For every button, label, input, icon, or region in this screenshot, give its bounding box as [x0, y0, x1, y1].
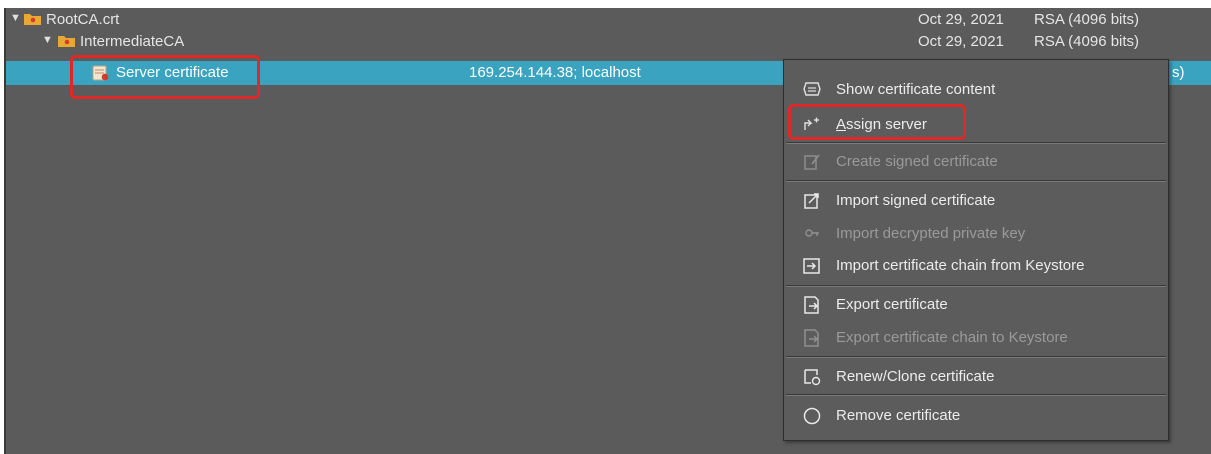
remove-icon	[803, 407, 821, 425]
menu-separator	[786, 142, 1166, 144]
menu-item-show-certificate-content[interactable]: Show certificate content	[784, 74, 1168, 104]
menu-item-create-signed-certificate[interactable]: Create signed certificate	[784, 146, 1168, 176]
tree-row-date: Oct 29, 2021	[918, 33, 1004, 50]
tree-row-rootca[interactable]: ▼ RootCA.crt Oct 29, 2021 RSA (4096 bits…	[6, 10, 1211, 30]
menu-item-label: Import signed certificate	[836, 192, 996, 209]
menu-item-label: Import certificate chain from Keystore	[836, 257, 1085, 274]
tree-row-name: RootCA.crt	[46, 11, 120, 28]
import-chain-icon	[803, 258, 820, 274]
highlight-box-assign-server	[788, 104, 966, 140]
export-icon	[804, 296, 819, 314]
folder-certificate-icon	[58, 36, 75, 47]
menu-item-label: Remove certificate	[836, 407, 961, 424]
menu-item-import-certificate-chain[interactable]: Import certificate chain from Keystore	[784, 250, 1168, 280]
menu-item-label: Import decrypted private key	[836, 225, 1026, 242]
tree-row-hosts: 169.254.144.38; localhost	[469, 64, 641, 81]
tree-row-algorithm: s)	[1172, 64, 1185, 81]
menu-item-remove-certificate[interactable]: Remove certificate	[784, 400, 1168, 430]
menu-item-import-signed-certificate[interactable]: Import signed certificate	[784, 185, 1168, 215]
menu-separator	[786, 285, 1166, 287]
highlight-box-server-certificate	[70, 55, 260, 99]
menu-item-label: Export certificate chain to Keystore	[836, 329, 1068, 346]
certificate-icon	[803, 82, 821, 96]
menu-item-import-decrypted-private-key[interactable]: Import decrypted private key	[784, 218, 1168, 248]
tree-row-date: Oct 29, 2021	[918, 11, 1004, 28]
tree-row-intermediateca[interactable]: ▼ IntermediateCA Oct 29, 2021 RSA (4096 …	[6, 32, 1211, 52]
import-signed-icon	[804, 193, 819, 209]
menu-separator	[786, 394, 1166, 396]
tree-row-algorithm: RSA (4096 bits)	[1034, 11, 1140, 28]
menu-item-label: Export certificate	[836, 296, 948, 313]
folder-certificate-icon	[24, 14, 41, 25]
sign-icon	[804, 154, 820, 170]
menu-item-export-certificate-chain[interactable]: Export certificate chain to Keystore	[784, 322, 1168, 352]
menu-item-label: Renew/Clone certificate	[836, 368, 995, 385]
expand-triangle-icon[interactable]: ▼	[42, 34, 53, 46]
renew-icon	[804, 369, 821, 386]
menu-item-label: Create signed certificate	[836, 153, 998, 170]
menu-separator	[786, 180, 1166, 182]
key-icon	[805, 229, 819, 237]
expand-triangle-icon[interactable]: ▼	[10, 12, 21, 24]
tree-row-algorithm: RSA (4096 bits)	[1034, 33, 1140, 50]
menu-item-renew-clone-certificate[interactable]: Renew/Clone certificate	[784, 361, 1168, 391]
export-chain-icon	[804, 329, 819, 347]
menu-item-export-certificate[interactable]: Export certificate	[784, 289, 1168, 319]
menu-separator	[786, 356, 1166, 358]
top-strip	[0, 0, 1211, 8]
tree-row-name: IntermediateCA	[80, 33, 185, 50]
menu-item-label: Show certificate content	[836, 81, 996, 98]
